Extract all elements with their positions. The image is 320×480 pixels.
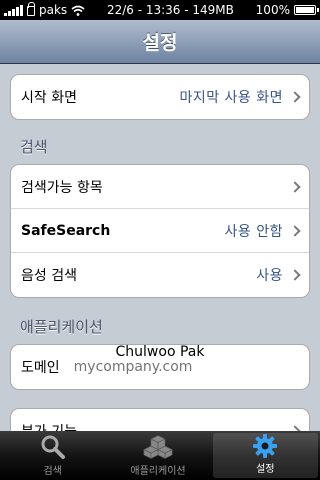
tab-bar: 검색 애플리케이션 설정 bbox=[0, 431, 320, 480]
settings-content[interactable]: 시작 화면 마지막 사용 화면 검색 검색가능 항목 SafeSearch 사용… bbox=[0, 64, 320, 432]
addons-row[interactable]: 부가 기능 bbox=[11, 409, 309, 432]
nav-bar: 설정 bbox=[0, 20, 320, 64]
status-datetime: 22/6 - 13:36 - 149MB bbox=[106, 3, 234, 17]
apps-icon bbox=[143, 432, 173, 462]
voice-search-row[interactable]: 음성 검색 사용 bbox=[11, 253, 309, 297]
safesearch-label: SafeSearch bbox=[21, 222, 111, 239]
gear-icon bbox=[250, 432, 280, 460]
chevron-right-icon bbox=[289, 91, 301, 103]
chevron-right-icon bbox=[289, 269, 301, 281]
addons-group: 부가 기능 bbox=[10, 408, 310, 432]
safesearch-row[interactable]: SafeSearch 사용 안함 bbox=[11, 209, 309, 253]
tab-label: 설정 bbox=[256, 464, 275, 475]
tab-label: 검색 bbox=[43, 466, 62, 477]
search-group: 검색가능 항목 SafeSearch 사용 안함 음성 검색 사용 bbox=[10, 164, 310, 298]
lock-icon bbox=[27, 2, 35, 16]
tab-settings[interactable]: 설정 bbox=[212, 432, 318, 478]
tab-label: 애플리케이션 bbox=[130, 466, 186, 477]
start-screen-value: 마지막 사용 화면 bbox=[179, 90, 283, 106]
chevron-right-icon bbox=[289, 224, 301, 237]
signal-icon bbox=[4, 4, 23, 16]
searchable-items-row[interactable]: 검색가능 항목 bbox=[11, 165, 309, 209]
domain-label: 도메인 bbox=[21, 360, 60, 376]
battery-icon bbox=[293, 5, 319, 15]
start-screen-group: 시작 화면 마지막 사용 화면 bbox=[10, 74, 310, 120]
carrier-name: paks bbox=[39, 3, 68, 17]
tab-search[interactable]: 검색 bbox=[0, 431, 105, 480]
domain-input[interactable] bbox=[73, 359, 248, 375]
safesearch-value: 사용 안함 bbox=[224, 223, 283, 240]
apps-section-header: 애플리케이션 bbox=[20, 318, 103, 336]
search-icon bbox=[38, 432, 68, 462]
voice-search-label: 음성 검색 bbox=[21, 268, 77, 284]
start-screen-row[interactable]: 시작 화면 마지막 사용 화면 bbox=[11, 75, 309, 119]
wifi-icon bbox=[71, 5, 85, 16]
tab-apps[interactable]: 애플리케이션 bbox=[105, 431, 210, 480]
search-section-header: 검색 bbox=[20, 138, 48, 156]
overlay-author-name: Chulwoo Pak bbox=[115, 344, 205, 360]
chevron-right-icon bbox=[289, 180, 301, 193]
status-bar: paks 22/6 - 13:36 - 149MB 100% bbox=[0, 0, 320, 20]
searchable-items-label: 검색가능 항목 bbox=[21, 179, 103, 196]
voice-search-value: 사용 bbox=[256, 268, 283, 284]
battery-percent: 100% bbox=[255, 3, 290, 17]
start-screen-label: 시작 화면 bbox=[21, 90, 77, 106]
page-title: 설정 bbox=[142, 32, 178, 54]
